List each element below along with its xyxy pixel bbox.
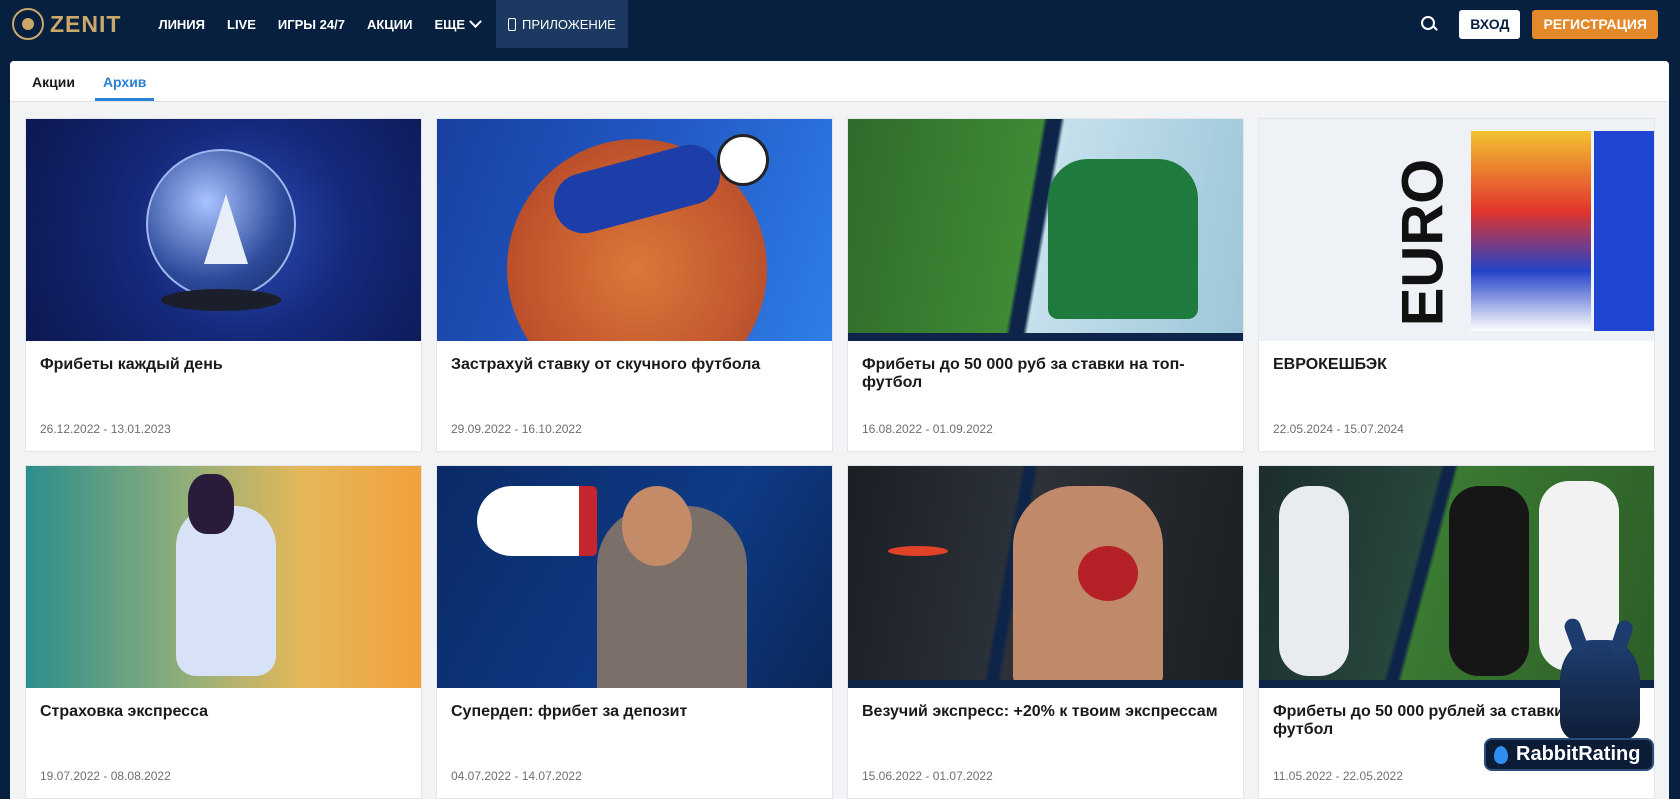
nav-item-more[interactable]: ЕЩЕ [423, 0, 491, 48]
flag-graphic [1471, 131, 1591, 331]
promo-dates: 19.07.2022 - 08.08.2022 [40, 769, 171, 783]
promo-title: ЕВРОКЕШБЭК [1273, 356, 1387, 373]
nav-item-more-label: ЕЩЕ [434, 16, 466, 32]
drop-icon [1494, 745, 1508, 764]
logo-text: ZENIT [50, 10, 122, 37]
pitch-graphic [1594, 131, 1654, 331]
promo-image-fencer [26, 466, 421, 688]
zenit-logo[interactable]: ZENIT [12, 0, 121, 48]
promo-title: Застрахуй ставку от скучного футбола [451, 356, 761, 373]
nav-item-app-label: ПРИЛОЖЕНИЕ [522, 16, 616, 32]
basketball-hoop-shape [888, 546, 948, 556]
rabbitrating-watermark: RabbitRating [1484, 738, 1655, 771]
goalkeeper-shape [1048, 159, 1198, 319]
promotions-panel: Акции Архив Фрибеты каждый день 26.12.20… [10, 61, 1669, 799]
player-shape [1279, 486, 1349, 676]
promo-title: Везучий экспресс: +20% к твоим экспресса… [862, 703, 1218, 720]
euro-logo: EURO [1390, 129, 1459, 329]
nav-item-app[interactable]: ПРИЛОЖЕНИЕ [496, 0, 628, 48]
tab-promotions[interactable]: Акции [24, 74, 83, 101]
zenit-emblem-icon [12, 8, 44, 40]
promo-title: Страховка экспресса [40, 703, 209, 720]
head-shape [622, 486, 692, 566]
promo-image-euro: EURO [1259, 119, 1654, 341]
image-bottom-bar [848, 333, 1243, 341]
football-icon [717, 134, 769, 186]
boxing-glove-icon [1078, 546, 1138, 601]
player-shape [1449, 486, 1529, 676]
tree-shape [204, 194, 248, 264]
chevron-down-icon [469, 14, 482, 28]
header-actions: ВХОД РЕГИСТРАЦИЯ [1419, 9, 1658, 39]
promo-title: Супердеп: фрибет за депозит [451, 703, 688, 720]
promo-image-megaphone [437, 466, 832, 688]
promo-dates: 22.05.2024 - 15.07.2024 [1273, 422, 1404, 436]
search-icon[interactable] [1419, 14, 1439, 34]
promo-dates: 29.09.2022 - 16.10.2022 [451, 422, 582, 436]
promo-dates: 26.12.2022 - 13.01.2023 [40, 422, 171, 436]
smartphone-icon [508, 17, 517, 31]
megaphone-icon [477, 486, 597, 556]
promo-title: Фрибеты до 50 000 руб за ставки на топ-ф… [862, 356, 1185, 391]
globe-base-shape [161, 289, 281, 311]
rabbit-mascot-icon [1560, 640, 1640, 740]
promo-grid: Фрибеты каждый день 26.12.2022 - 13.01.2… [25, 118, 1655, 799]
euro-text: EURO [1390, 158, 1456, 327]
promo-card[interactable]: Супердеп: фрибет за депозит 04.07.2022 -… [436, 465, 833, 799]
top-navigation: ZENIT ЛИНИЯ LIVE ИГРЫ 24/7 АКЦИИ ЕЩЕ ПРИ… [0, 0, 1680, 48]
promo-tabs: Акции Архив [10, 61, 1669, 102]
watermark-text: RabbitRating [1516, 743, 1641, 765]
main-menu: ЛИНИЯ LIVE ИГРЫ 24/7 АКЦИИ ЕЩЕ ПРИЛОЖЕНИ… [147, 0, 628, 48]
promo-dates: 04.07.2022 - 14.07.2022 [451, 769, 582, 783]
register-button[interactable]: РЕГИСТРАЦИЯ [1532, 9, 1658, 39]
promo-title: Фрибеты каждый день [40, 356, 223, 373]
promo-dates: 15.06.2022 - 01.07.2022 [862, 769, 993, 783]
promo-card[interactable]: Везучий экспресс: +20% к твоим экспресса… [847, 465, 1244, 799]
login-button[interactable]: ВХОД [1459, 9, 1521, 39]
promo-image-boxer [848, 466, 1243, 688]
promo-card[interactable]: EURO ЕВРОКЕШБЭК 22.05.2024 - 15.07.2024 [1258, 118, 1655, 452]
fencer-shape [176, 506, 276, 676]
promo-image-goalkeeper [848, 119, 1243, 341]
tab-archive[interactable]: Архив [94, 74, 155, 101]
nav-item-line[interactable]: ЛИНИЯ [147, 0, 216, 48]
promo-image-snowglobe [26, 119, 421, 341]
promo-card[interactable]: Страховка экспресса 19.07.2022 - 08.08.2… [25, 465, 422, 799]
promo-dates: 11.05.2022 - 22.05.2022 [1273, 769, 1403, 783]
fencing-mask-shape [188, 474, 234, 534]
promo-card[interactable]: Фрибеты каждый день 26.12.2022 - 13.01.2… [25, 118, 422, 452]
promo-card[interactable]: Фрибеты до 50 000 руб за ставки на топ-ф… [847, 118, 1244, 452]
nav-item-live[interactable]: LIVE [216, 0, 267, 48]
promo-image-football-kick [437, 119, 832, 341]
nav-item-games[interactable]: ИГРЫ 24/7 [267, 0, 356, 48]
promo-dates: 16.08.2022 - 01.09.2022 [862, 422, 993, 436]
promo-card[interactable]: Застрахуй ставку от скучного футбола 29.… [436, 118, 833, 452]
image-bottom-bar [848, 680, 1243, 688]
nav-item-promos[interactable]: АКЦИИ [356, 0, 424, 48]
